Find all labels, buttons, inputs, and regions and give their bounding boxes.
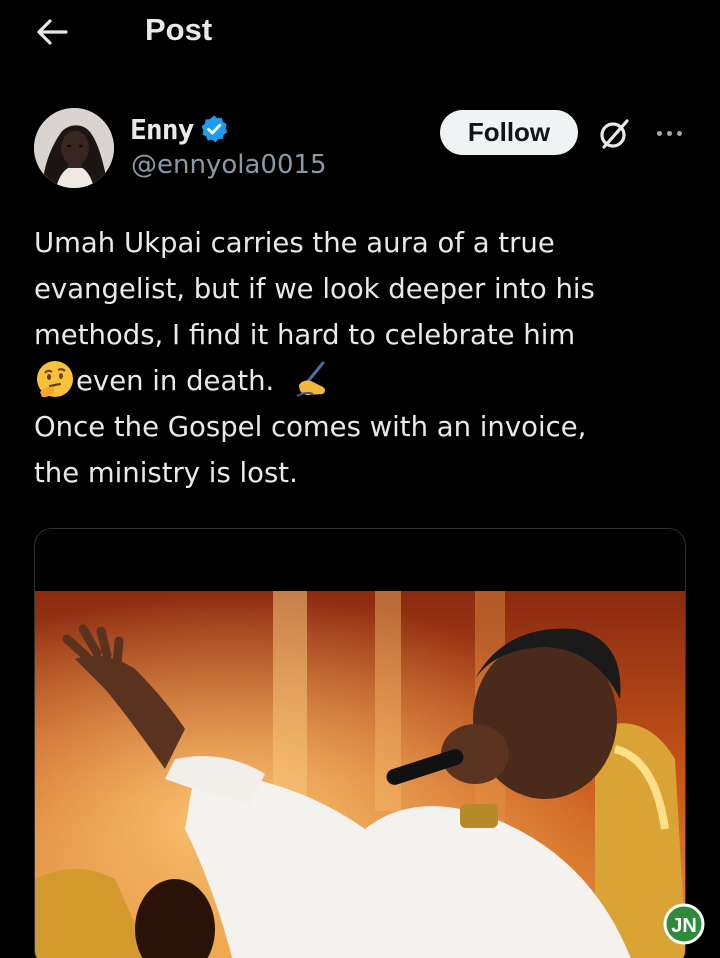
post-text-line: methods, I find it hard to celebrate him xyxy=(34,319,576,351)
watermark-logo: JN xyxy=(663,903,705,945)
grok-icon xyxy=(600,119,629,149)
thinking-face-emoji xyxy=(37,361,73,398)
arrow-left-icon xyxy=(37,19,68,45)
avatar[interactable] xyxy=(34,108,114,188)
post-text: Umah Ukpai carries the aura of a true ev… xyxy=(34,220,694,496)
post-text-line: evangelist, but if we look deeper into h… xyxy=(34,273,595,305)
media-photo xyxy=(35,529,685,958)
author-name-row[interactable]: Enny xyxy=(130,112,229,146)
grok-button[interactable] xyxy=(594,114,634,154)
author-display-name: Enny xyxy=(130,112,194,146)
more-dot xyxy=(676,130,682,136)
watermark-text: JN xyxy=(671,915,697,937)
back-button[interactable] xyxy=(34,14,70,50)
page-title: Post xyxy=(145,12,213,47)
post-text-segment: even in death. xyxy=(76,365,275,397)
follow-button[interactable]: Follow xyxy=(440,110,578,155)
post-text-line: Once the Gospel comes with an invoice, xyxy=(34,411,587,443)
more-dot xyxy=(656,130,662,136)
post-text-line: the ministry is lost. xyxy=(34,457,298,489)
post-media-image[interactable] xyxy=(34,528,686,958)
more-dot xyxy=(666,130,672,136)
author-handle[interactable]: @ennyola0015 xyxy=(131,150,327,180)
writing-hand-emoji xyxy=(296,361,326,397)
top-bar: Post xyxy=(0,0,720,62)
verified-badge-icon xyxy=(202,115,228,143)
more-options-button[interactable] xyxy=(649,118,689,148)
avatar-photo xyxy=(34,108,114,188)
post-text-line-with-emoji: even in death. xyxy=(34,358,694,404)
post-text-line: Umah Ukpai carries the aura of a true xyxy=(34,227,555,259)
